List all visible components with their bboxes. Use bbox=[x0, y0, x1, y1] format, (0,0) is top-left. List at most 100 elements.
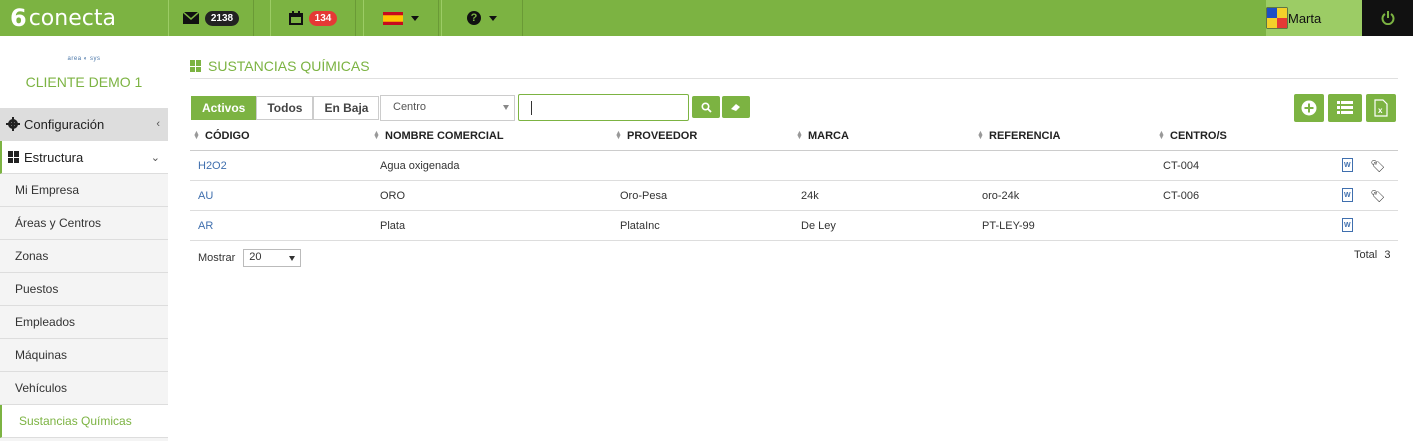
word-doc-icon[interactable] bbox=[1342, 218, 1353, 232]
sidebar-item-label: Puestos bbox=[15, 282, 59, 296]
list-view-button[interactable] bbox=[1328, 94, 1362, 122]
page-title-text: SUSTANCIAS QUÍMICAS bbox=[208, 58, 370, 74]
total-label: Total bbox=[1354, 249, 1378, 261]
client-logo: area ◐ sys bbox=[67, 56, 101, 62]
logo-text: conecta bbox=[28, 5, 116, 31]
sidebar-item-mi-empresa[interactable]: Mi Empresa bbox=[0, 174, 168, 207]
column-header-label: PROVEEDOR bbox=[627, 130, 698, 142]
search-button[interactable] bbox=[692, 96, 720, 118]
help-menu[interactable]: ? bbox=[441, 0, 523, 36]
status-filter: Activos Todos En Baja bbox=[191, 96, 380, 120]
gear-icon bbox=[6, 117, 20, 131]
table-row: AR Plata PlataInc De Ley PT-LEY-99 bbox=[190, 211, 1398, 241]
language-selector[interactable] bbox=[363, 0, 439, 36]
top-bar: 6 conecta 2138 134 ? Marta bbox=[0, 0, 1413, 36]
row-supplier: PlataInc bbox=[620, 220, 660, 232]
add-icon bbox=[1301, 100, 1317, 116]
sidebar-item-label: Zonas bbox=[15, 249, 49, 263]
page-size-select[interactable]: 20 bbox=[243, 249, 302, 267]
row-supplier: Oro-Pesa bbox=[620, 190, 668, 202]
power-icon bbox=[1381, 11, 1394, 25]
client-name: CLIENTE DEMO 1 bbox=[25, 74, 143, 90]
chevron-down-icon bbox=[503, 105, 509, 110]
word-doc-icon[interactable] bbox=[1342, 158, 1353, 172]
search-input[interactable] bbox=[518, 94, 689, 121]
center-select[interactable]: Centro bbox=[380, 95, 515, 121]
row-name: Agua oxigenada bbox=[380, 160, 460, 172]
column-header-label: MARCA bbox=[808, 130, 849, 142]
row-code-link[interactable]: H2O2 bbox=[198, 160, 227, 172]
avatar bbox=[1266, 7, 1288, 29]
table-row: H2O2 Agua oxigenada CT-004 🏷 bbox=[190, 151, 1398, 181]
filter-activos-button[interactable]: Activos bbox=[191, 96, 257, 120]
sidebar-item-estructura[interactable]: Estructura ⌄ bbox=[0, 141, 168, 174]
chevron-down-icon bbox=[411, 15, 419, 21]
excel-icon: x bbox=[1374, 99, 1388, 117]
sidebar-item-vehiculos[interactable]: Vehículos bbox=[0, 372, 168, 405]
clear-search-button[interactable] bbox=[722, 96, 750, 118]
export-excel-button[interactable]: x bbox=[1366, 94, 1396, 122]
page-size-control: Mostrar 20 bbox=[198, 249, 302, 267]
column-header-centros[interactable]: ▲ ▼ CENTRO/S bbox=[1158, 130, 1227, 142]
app-logo[interactable]: 6 conecta bbox=[0, 0, 168, 36]
sidebar-item-puestos[interactable]: Puestos bbox=[0, 273, 168, 306]
row-code-link[interactable]: AU bbox=[198, 190, 213, 202]
messages-button[interactable]: 2138 bbox=[168, 0, 254, 36]
eraser-icon bbox=[731, 104, 740, 111]
search-icon bbox=[700, 101, 712, 113]
row-name: ORO bbox=[380, 190, 406, 202]
row-center: CT-006 bbox=[1163, 190, 1200, 202]
row-code-link[interactable]: AR bbox=[198, 220, 213, 232]
calendar-button[interactable]: 134 bbox=[270, 0, 356, 36]
total-count: Total 3 bbox=[1354, 249, 1390, 261]
sort-icon: ▲ ▼ bbox=[615, 130, 622, 141]
column-header-label: NOMBRE COMERCIAL bbox=[385, 130, 504, 142]
page-size-value: 20 bbox=[249, 251, 262, 263]
spain-flag-icon bbox=[383, 11, 403, 25]
row-reference: oro-24k bbox=[982, 190, 1020, 202]
calendar-icon bbox=[288, 11, 303, 25]
list-icon bbox=[1337, 101, 1353, 114]
chevron-down-icon bbox=[289, 256, 296, 261]
column-header-label: CÓDIGO bbox=[205, 130, 250, 142]
sidebar-item-label: Vehículos bbox=[15, 381, 68, 395]
sidebar-item-label: Estructura bbox=[24, 149, 84, 165]
sidebar-item-sustancias-quimicas[interactable]: Sustancias Químicas bbox=[0, 405, 168, 438]
tags-icon[interactable]: 🏷 bbox=[1370, 159, 1385, 173]
grid-icon bbox=[190, 60, 202, 72]
column-header-nombre[interactable]: ▲ ▼ NOMBRE COMERCIAL bbox=[373, 130, 504, 142]
total-value: 3 bbox=[1384, 249, 1391, 261]
word-doc-icon[interactable] bbox=[1342, 188, 1353, 202]
filter-en-baja-button[interactable]: En Baja bbox=[313, 96, 380, 120]
filter-todos-button[interactable]: Todos bbox=[256, 96, 314, 120]
add-button[interactable] bbox=[1294, 94, 1324, 122]
sidebar-item-zonas[interactable]: Zonas bbox=[0, 240, 168, 273]
column-header-codigo[interactable]: ▲ ▼ CÓDIGO bbox=[193, 130, 250, 142]
client-brand: area ◐ sys CLIENTE DEMO 1 bbox=[0, 36, 168, 108]
column-header-proveedor[interactable]: ▲ ▼ PROVEEDOR bbox=[615, 130, 697, 142]
center-select-value: Centro bbox=[393, 101, 427, 113]
chevron-down-icon bbox=[489, 15, 497, 21]
sort-icon: ▲ ▼ bbox=[373, 130, 380, 141]
sidebar-item-maquinas[interactable]: Máquinas bbox=[0, 339, 168, 372]
user-name: Marta bbox=[1288, 10, 1322, 26]
row-brand: 24k bbox=[801, 190, 819, 202]
user-menu[interactable]: Marta bbox=[1266, 0, 1362, 36]
sidebar-item-configuracion[interactable]: Configuración ‹ bbox=[0, 108, 168, 141]
column-header-label: CENTRO/S bbox=[1170, 130, 1227, 142]
sort-icon: ▲ ▼ bbox=[1158, 130, 1165, 141]
title-divider bbox=[190, 78, 1398, 79]
column-header-marca[interactable]: ▲ ▼ MARCA bbox=[796, 130, 849, 142]
sidebar-item-label: Máquinas bbox=[15, 348, 68, 362]
question-icon: ? bbox=[467, 11, 481, 25]
column-header-referencia[interactable]: ▲ ▼ REFERENCIA bbox=[977, 130, 1061, 142]
sidebar-item-label: Áreas y Centros bbox=[15, 216, 102, 230]
show-label: Mostrar bbox=[198, 252, 236, 264]
sidebar-item-label: Configuración bbox=[24, 116, 105, 132]
sidebar-item-empleados[interactable]: Empleados bbox=[0, 306, 168, 339]
table-header: ▲ ▼ CÓDIGO ▲ ▼ NOMBRE COMERCIAL ▲ ▼ PROVEEDOR … bbox=[190, 124, 1398, 151]
tags-icon[interactable]: 🏷 bbox=[1370, 189, 1385, 203]
sidebar-item-label: Empleados bbox=[15, 315, 76, 329]
sidebar-item-areas-centros[interactable]: Áreas y Centros bbox=[0, 207, 168, 240]
logout-button[interactable] bbox=[1362, 0, 1413, 36]
